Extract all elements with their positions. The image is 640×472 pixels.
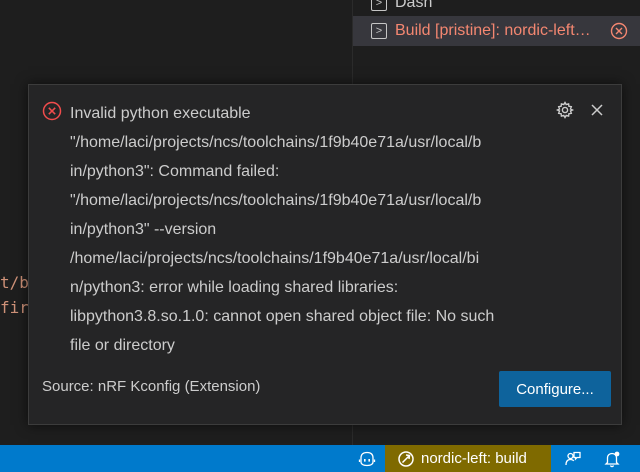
code-fragment: fir [0,298,29,317]
message-line: /home/laci/projects/ncs/toolchains/1f9b4… [70,250,480,267]
message-line: libpython3.8.so.1.0: cannot open shared … [70,308,495,325]
code-fragment: t/b [0,273,29,292]
message-line: in/python3" --version [70,221,217,238]
feedback-icon[interactable] [561,445,585,472]
build-status-label: nordic-left: build [421,450,527,467]
vscode-window: t/b fir > Dash > Build [pristine]: nordi… [0,0,640,472]
bell-icon[interactable] [600,445,624,472]
message-line: Invalid python executable [70,105,251,122]
terminal-item-label: Build [pristine]: nordic-left: build [395,22,591,39]
copilot-icon[interactable] [353,445,381,472]
terminal-icon: > [371,23,387,39]
status-bar: nordic-left: build [0,445,640,472]
close-icon[interactable] [587,100,607,120]
nordic-build-icon [397,450,415,468]
error-notification: Invalid python executable "/home/laci/pr… [28,84,622,425]
terminal-item-build[interactable]: > Build [pristine]: nordic-left: build [353,16,640,46]
build-status-item[interactable]: nordic-left: build [385,445,551,472]
error-icon [42,101,62,121]
gear-icon[interactable] [555,100,575,120]
message-line: "/home/laci/projects/ncs/toolchains/1f9b… [70,134,482,151]
message-line: "/home/laci/projects/ncs/toolchains/1f9b… [70,192,482,209]
message-line: file or directory [70,337,175,354]
notification-message: Invalid python executable "/home/laci/pr… [70,99,550,360]
notification-source: Source: nRF Kconfig (Extension) [42,378,261,395]
configure-button[interactable]: Configure... [499,371,611,407]
kill-terminal-icon[interactable] [610,22,628,40]
terminal-item-label: Dash [395,0,433,11]
message-line: n/python3: error while loading shared li… [70,279,399,296]
terminal-icon: > [371,0,387,11]
message-line: in/python3": Command failed: [70,163,280,180]
